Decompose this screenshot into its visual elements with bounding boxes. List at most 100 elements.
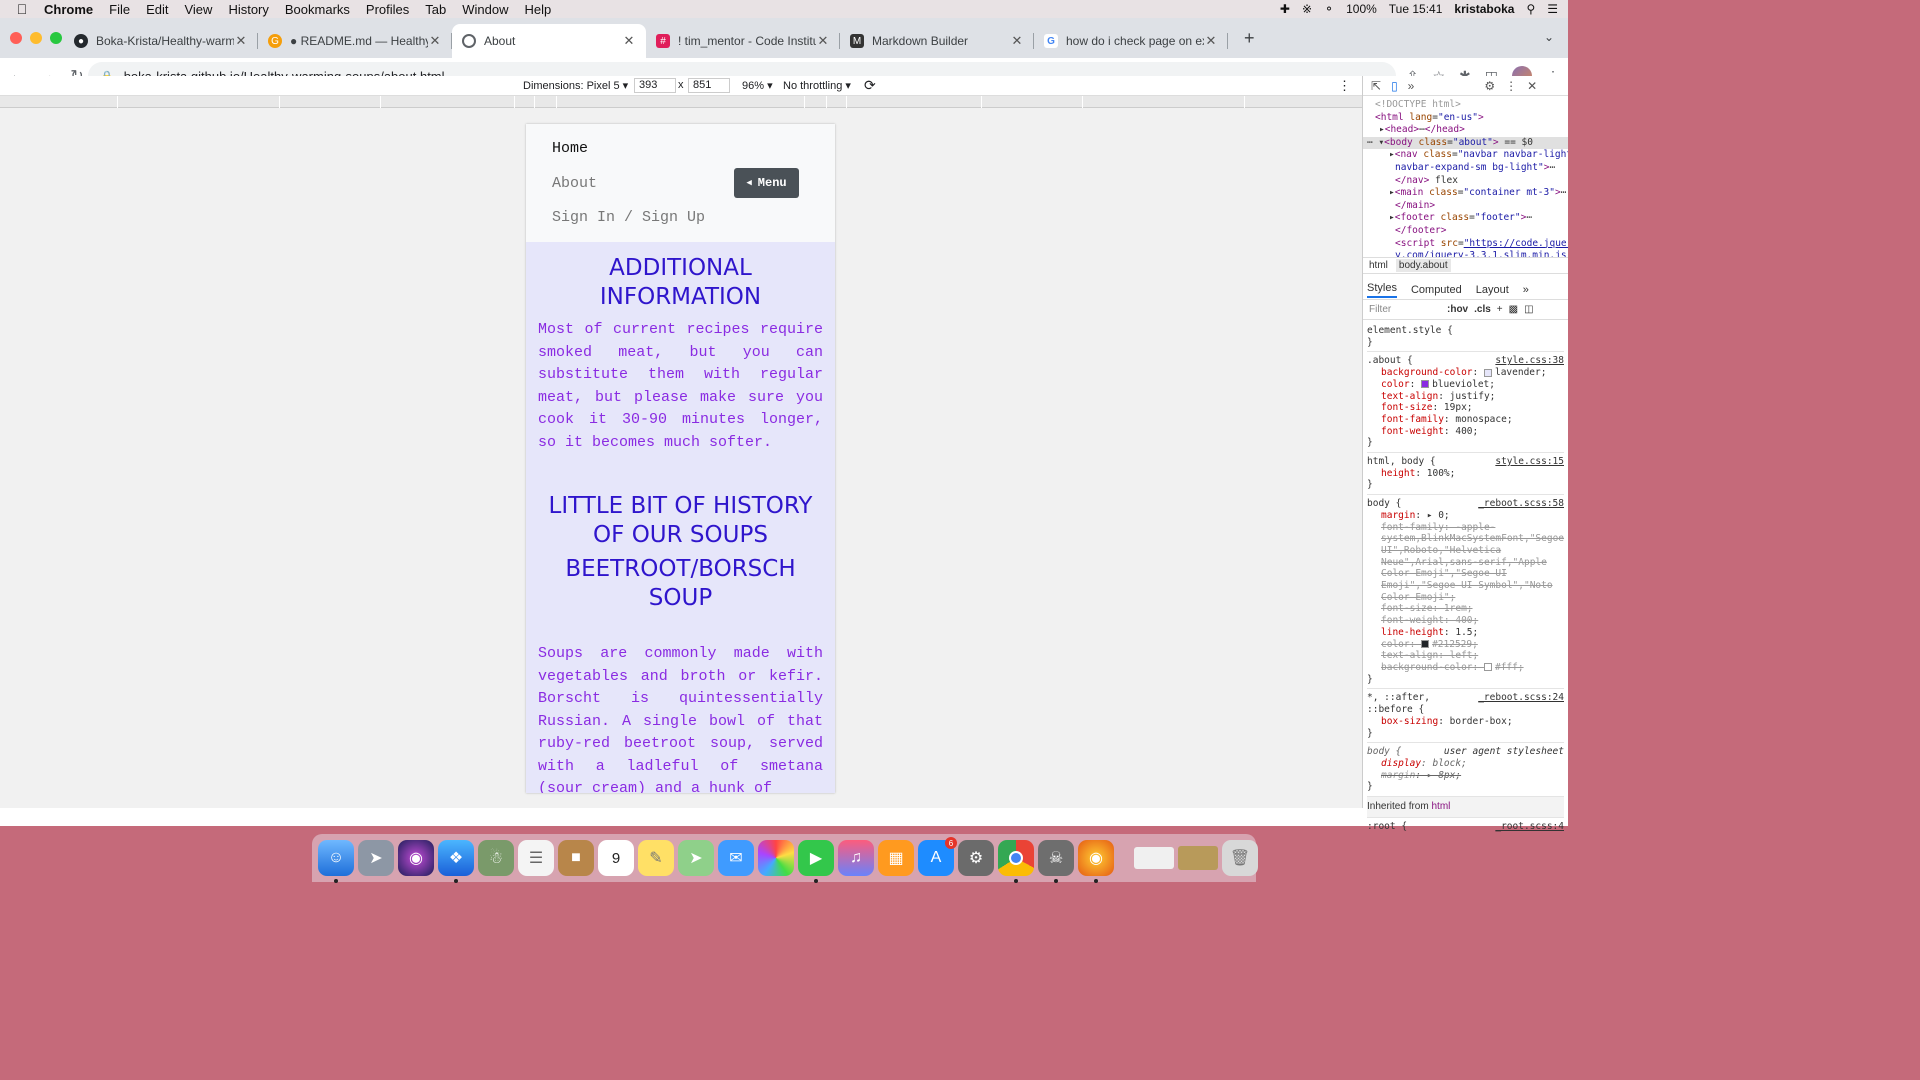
dimension-separator: x — [678, 79, 684, 91]
menu-button[interactable]: ◀ Menu — [734, 168, 799, 198]
menu-file[interactable]: File — [109, 2, 130, 17]
close-window-button[interactable] — [10, 32, 22, 44]
maps-icon[interactable]: ➤ — [678, 840, 714, 876]
plugin-icon[interactable]: ✚ — [1280, 2, 1290, 16]
devtools-menu-icon[interactable]: ⋮ — [1505, 79, 1517, 93]
tab-search-icon[interactable]: ⌄ — [1544, 30, 1554, 44]
finder-icon[interactable]: ☺ — [318, 840, 354, 883]
more-tabs-icon[interactable]: » — [1523, 284, 1529, 296]
tab-slack[interactable]: # ! tim_mentor - Code Institute - ✕ — [646, 24, 840, 58]
rotate-icon[interactable]: ⟳ — [864, 77, 876, 94]
cls-toggle[interactable]: .cls — [1474, 304, 1491, 315]
tab-markdown[interactable]: M Markdown Builder ✕ — [840, 24, 1034, 58]
device-toggle-icon[interactable]: ▯ — [1391, 79, 1398, 93]
close-tab-icon[interactable]: ✕ — [816, 33, 830, 49]
app-store-icon[interactable]: A6 — [918, 837, 957, 876]
control-center-icon[interactable]: ☰ — [1547, 2, 1558, 16]
photos-icon[interactable] — [758, 840, 794, 876]
styles-pane[interactable]: element.style {} .about {style.css:38 ba… — [1363, 320, 1568, 837]
messages-icon[interactable]: ✉ — [718, 840, 754, 876]
bluetooth-icon[interactable]: ※ — [1302, 2, 1312, 16]
menu-view[interactable]: View — [184, 2, 212, 17]
downloads-stack-icon[interactable] — [1134, 847, 1174, 869]
tab-styles[interactable]: Styles — [1367, 282, 1397, 298]
menu-button-label: Menu — [757, 176, 787, 190]
media-query-bar[interactable] — [0, 96, 1362, 108]
close-tab-icon[interactable]: ✕ — [234, 33, 248, 49]
settings-icon[interactable]: ⚙ — [1484, 79, 1495, 93]
tab-about[interactable]: About ✕ — [452, 24, 646, 58]
inspect-icon[interactable]: ⇱ — [1371, 79, 1381, 93]
nav-about-link[interactable]: About — [552, 175, 597, 192]
reminders-icon[interactable]: ☰ — [518, 840, 554, 876]
wifi-icon[interactable]: ⚬ — [1324, 2, 1334, 16]
close-tab-icon[interactable]: ✕ — [622, 33, 636, 49]
battery-label[interactable]: 100% — [1346, 2, 1377, 16]
tab-layout[interactable]: Layout — [1476, 284, 1509, 296]
device-more-icon[interactable]: ⋮ — [1338, 78, 1351, 94]
spotlight-icon[interactable]: ⚲ — [1526, 2, 1535, 16]
contacts-icon[interactable]: ■ — [558, 840, 594, 876]
nav-home-link[interactable]: Home — [552, 140, 588, 157]
firefox-icon[interactable]: ◉ — [1078, 840, 1114, 883]
device-dimensions-select[interactable]: Dimensions: Pixel 5 ▾ — [523, 79, 628, 92]
facetime-icon[interactable]: ▶ — [798, 840, 834, 883]
preview-icon[interactable]: ☃ — [478, 840, 514, 876]
music-icon[interactable]: ♫ — [838, 840, 874, 876]
safari-icon[interactable]: ❖ — [438, 840, 474, 883]
minimize-window-button[interactable] — [30, 32, 42, 44]
close-devtools-icon[interactable]: ✕ — [1527, 79, 1537, 93]
apple-icon[interactable]:  — [0, 1, 44, 17]
inherited-from-html[interactable]: html — [1431, 801, 1450, 812]
calendar-icon[interactable]: 9 — [598, 840, 634, 876]
new-tab-icon[interactable]: + — [1244, 28, 1255, 49]
tab-readme[interactable]: G ● README.md — Healthy-war ✕ — [258, 24, 452, 58]
menu-window[interactable]: Window — [462, 2, 508, 17]
tab-github[interactable]: ● Boka-Krista/Healthy-warming- ✕ — [64, 24, 258, 58]
trash-icon[interactable]: 🗑 — [1222, 840, 1258, 876]
menu-history[interactable]: History — [228, 2, 268, 17]
crumb-html[interactable]: html — [1369, 260, 1388, 271]
launchpad-icon[interactable]: ➤ — [358, 840, 394, 876]
paint-icon[interactable]: ▩ — [1509, 304, 1518, 315]
zoom-select[interactable]: 96% ▾ — [742, 79, 773, 92]
slack-icon: # — [656, 34, 670, 48]
zoom-window-button[interactable] — [50, 32, 62, 44]
menu-profiles[interactable]: Profiles — [366, 2, 409, 17]
menu-edit[interactable]: Edit — [146, 2, 168, 17]
crumb-body[interactable]: body.about — [1395, 259, 1451, 272]
styles-filter-input[interactable]: Filter — [1369, 304, 1441, 315]
clock[interactable]: Tue 15:41 — [1389, 2, 1443, 16]
system-preferences-icon[interactable]: ⚙ — [958, 840, 994, 876]
elements-tree[interactable]: <!DOCTYPE html> <html lang="en-us"> ▸<he… — [1363, 96, 1568, 258]
books-icon[interactable]: ▦ — [878, 840, 914, 876]
caret-left-icon: ◀ — [746, 178, 752, 188]
nav-signin-link[interactable]: Sign In / Sign Up — [552, 209, 705, 226]
device-width-input[interactable]: 393 — [634, 78, 676, 93]
new-rule-icon[interactable]: + — [1497, 304, 1503, 315]
close-tab-icon[interactable]: ✕ — [1010, 33, 1024, 49]
close-tab-icon[interactable]: ✕ — [428, 33, 442, 49]
github-icon: ● — [74, 34, 88, 48]
menu-bookmarks[interactable]: Bookmarks — [285, 2, 350, 17]
tab-google[interactable]: G how do i check page on excel o ✕ — [1034, 24, 1228, 58]
root-rule-source[interactable]: _root.scss:4 — [1495, 821, 1564, 833]
device-toolbar: Dimensions: Pixel 5 ▾ 393 x 851 96% ▾ No… — [0, 76, 1362, 96]
sidebar-toggle-icon[interactable]: ◫ — [1524, 304, 1533, 315]
chrome-icon[interactable] — [998, 840, 1034, 883]
notes-icon[interactable]: ✎ — [638, 840, 674, 876]
root-rule: :root { — [1367, 820, 1408, 832]
menu-app[interactable]: Chrome — [44, 2, 93, 17]
close-tab-icon[interactable]: ✕ — [1204, 33, 1218, 49]
more-panels-icon[interactable]: » — [1408, 79, 1415, 93]
vpn-icon[interactable]: ☠ — [1038, 840, 1074, 883]
user-name[interactable]: kristaboka — [1454, 2, 1514, 16]
device-height-input[interactable]: 851 — [688, 78, 730, 93]
tab-computed[interactable]: Computed — [1411, 284, 1462, 296]
screenshot-stack-icon[interactable] — [1178, 846, 1218, 870]
menu-tab[interactable]: Tab — [425, 2, 446, 17]
hov-toggle[interactable]: :hov — [1447, 304, 1468, 315]
menu-help[interactable]: Help — [525, 2, 552, 17]
siri-icon[interactable]: ◉ — [398, 840, 434, 876]
throttling-select[interactable]: No throttling ▾ — [783, 79, 851, 92]
